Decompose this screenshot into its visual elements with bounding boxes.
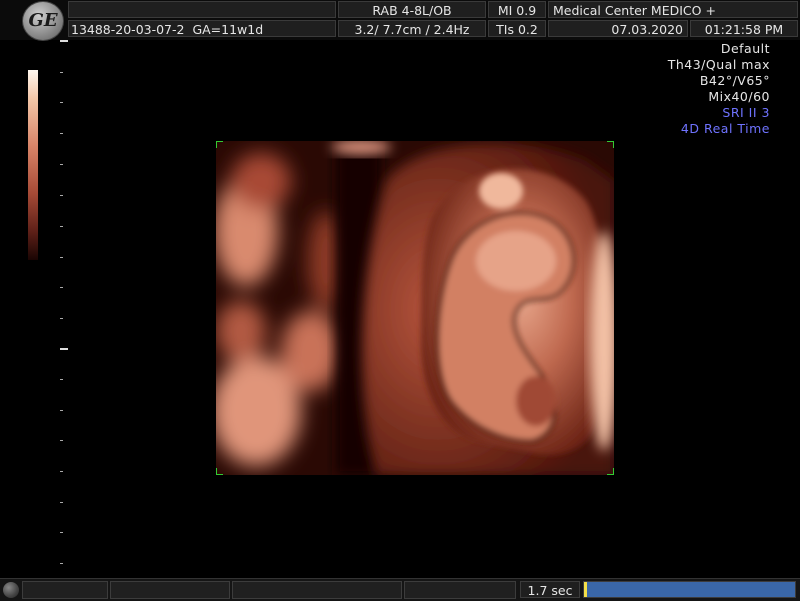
ge-logo-icon: GE xyxy=(22,1,64,41)
depth-mark xyxy=(60,379,63,380)
color-scale-bar xyxy=(28,70,38,260)
institution-name: Medical Center MEDICO + xyxy=(548,1,798,18)
trackball-knob-icon[interactable] xyxy=(3,582,19,598)
depth-mark xyxy=(60,72,63,73)
cine-position-marker[interactable] xyxy=(584,582,587,597)
mi-value: MI 0.9 xyxy=(488,1,546,18)
cine-duration: 1.7 sec xyxy=(520,581,580,598)
depth-mark xyxy=(60,195,63,196)
footer-segment xyxy=(22,581,108,599)
roi-corner-top-left xyxy=(216,141,223,148)
depth-mark xyxy=(60,532,63,533)
depth-mark xyxy=(60,164,63,165)
probe-label: RAB 4-8L/OB xyxy=(338,1,486,18)
imaging-parameters: Default Th43/Qual max B42°/V65° Mix40/60… xyxy=(668,41,770,137)
depth-mark xyxy=(60,226,63,227)
depth-mark xyxy=(60,440,63,441)
gestational-age: GA=11w1d xyxy=(192,22,264,37)
patient-info: 13488-20-03-07-2 GA=11w1d xyxy=(68,20,336,37)
param-mode: 4D Real Time xyxy=(680,121,770,136)
param-angles: B42°/V65° xyxy=(699,73,770,88)
depth-mark xyxy=(60,287,63,288)
roi-corner-bottom-right xyxy=(607,468,614,475)
roi-corner-bottom-left xyxy=(216,468,223,475)
depth-mark xyxy=(60,318,63,319)
exam-date: 07.03.2020 xyxy=(548,20,688,37)
fetal-render-image xyxy=(216,141,614,475)
header-empty-cell xyxy=(68,1,336,18)
cine-progress-fill xyxy=(584,582,795,597)
cine-progress-bar[interactable] xyxy=(583,581,796,598)
roi-corner-top-right xyxy=(607,141,614,148)
param-quality: Th43/Qual max xyxy=(667,57,770,72)
depth-mark xyxy=(60,563,63,564)
depth-mark xyxy=(60,471,63,472)
depth-mark xyxy=(60,133,63,134)
depth-mark-major xyxy=(60,40,68,42)
depth-mark xyxy=(60,102,63,103)
footer-softkey-2[interactable] xyxy=(232,581,402,599)
depth-mark xyxy=(60,257,63,258)
tis-value: TIs 0.2 xyxy=(488,20,546,37)
param-sri: SRI II 3 xyxy=(722,105,770,120)
header-bar: GE RAB 4-8L/OB MI 0.9 Medical Center MED… xyxy=(0,0,800,41)
depth-mark xyxy=(60,410,63,411)
patient-id: 13488-20-03-07-2 xyxy=(71,22,185,37)
depth-frequency: 3.2/ 7.7cm / 2.4Hz xyxy=(338,20,486,37)
footer-softkey-1[interactable] xyxy=(110,581,230,599)
depth-mark-major xyxy=(60,348,68,350)
param-mix: Mix40/60 xyxy=(708,89,770,104)
param-preset: Default xyxy=(720,41,770,56)
exam-time: 01:21:58 PM xyxy=(690,20,798,37)
ultrasound-3d-render[interactable] xyxy=(216,141,614,475)
footer-softkey-3[interactable] xyxy=(404,581,516,599)
depth-mark xyxy=(60,502,63,503)
